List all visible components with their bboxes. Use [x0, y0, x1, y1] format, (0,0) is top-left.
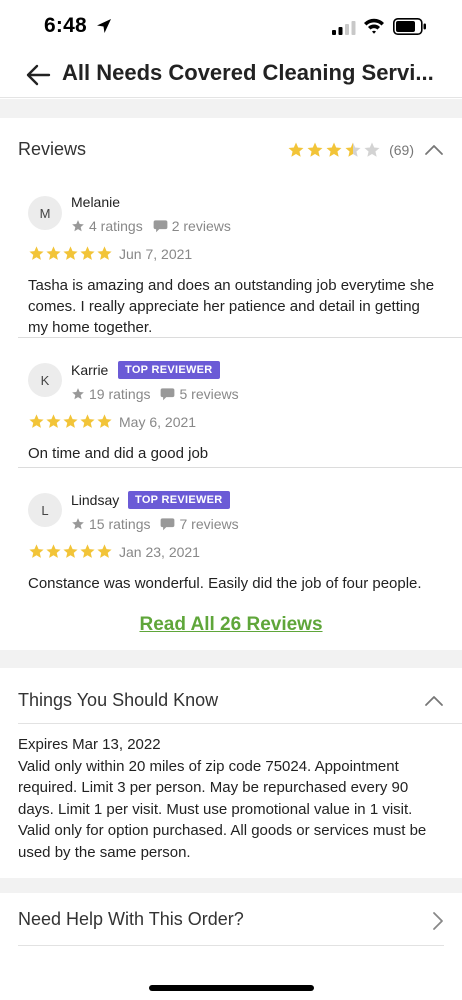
rating-star-icon: [307, 142, 323, 157]
top-reviewer-badge: TOP REVIEWER: [118, 361, 220, 379]
rating-star-icon: [97, 414, 112, 428]
top-reviewer-badge: TOP REVIEWER: [128, 491, 230, 509]
rating-star-icon: [80, 544, 95, 558]
rating-star-icon: [97, 544, 112, 558]
rating-star-icon: [63, 544, 78, 558]
comment-icon: [153, 220, 168, 233]
reviewer-meta: 15 ratings 7 reviews: [71, 516, 239, 532]
reviewer-ratings: 15 ratings: [89, 516, 151, 532]
rating-star-icon: [29, 414, 44, 428]
review-item: K Karrie TOP REVIEWER 19 ratings 5 revie…: [0, 338, 462, 468]
reviewer-meta: 19 ratings 5 reviews: [71, 386, 239, 402]
review-date: Jun 7, 2021: [119, 245, 193, 262]
review-stars: [28, 245, 113, 262]
review-item: M Melanie 4 ratings 2 reviews Jun 7, 202…: [0, 176, 462, 338]
status-bar: 6:48: [0, 0, 462, 52]
review-rating: May 6, 2021: [28, 413, 196, 430]
divider: [18, 945, 444, 946]
reviewer-review-count: 5 reviews: [179, 386, 239, 402]
rating-star-icon: [326, 142, 342, 157]
star-icon: [72, 388, 84, 400]
divider: [18, 723, 462, 724]
reviewer-ratings: 4 ratings: [89, 218, 143, 234]
rating-star-icon: [288, 142, 304, 157]
overall-rating-count: (69): [389, 142, 414, 158]
review-text: Constance was wonderful. Easily did the …: [28, 575, 422, 592]
reviews-title: Reviews: [18, 139, 87, 159]
overall-rating[interactable]: (69): [287, 140, 444, 160]
rating-star-icon: [63, 414, 78, 428]
reviewer-ratings: 19 ratings: [89, 386, 151, 402]
review-date: May 6, 2021: [119, 413, 197, 430]
help-row[interactable]: Need Help With This Order?: [0, 893, 462, 963]
status-time: 6:48: [44, 14, 87, 37]
comment-icon: [161, 388, 175, 401]
back-arrow-icon[interactable]: [24, 61, 52, 89]
review-text: Tasha is amazing and does an outstanding…: [28, 277, 435, 336]
review-stars: [28, 413, 113, 430]
things-to-know-title: Things You Should Know: [18, 690, 219, 710]
review-rating: Jan 23, 2021: [28, 543, 200, 560]
rating-star-icon: [29, 544, 44, 558]
battery-icon: [393, 18, 426, 35]
rating-star-icon: [46, 246, 61, 260]
location-arrow-icon: [97, 19, 111, 33]
header-bar: All Needs Covered Cleaning Servi...: [0, 52, 462, 98]
help-title: Need Help With This Order?: [18, 909, 244, 929]
section-spacer: [0, 99, 462, 118]
things-to-know-section: Things You Should Know Expires Mar 13, 2…: [0, 668, 462, 878]
avatar: L: [28, 493, 62, 527]
star-icon: [72, 518, 84, 530]
rating-star-icon: [80, 246, 95, 260]
reviewer-meta: 4 ratings 2 reviews: [71, 218, 231, 234]
rating-star-icon: [46, 414, 61, 428]
reviewer-review-count: 7 reviews: [179, 516, 239, 532]
reviews-section: Reviews (69) M Melanie 4 ratings 2 revie…: [0, 118, 462, 650]
rating-star-icon: [63, 246, 78, 260]
review-item: L Lindsay TOP REVIEWER 15 ratings 7 revi…: [0, 468, 462, 598]
overall-rating-stars: [287, 141, 381, 159]
review-rating: Jun 7, 2021: [28, 245, 192, 262]
star-icon: [72, 220, 84, 232]
section-spacer: [0, 878, 462, 893]
reviewer-name: Melanie: [71, 194, 121, 210]
page-title: All Needs Covered Cleaning Servi...: [62, 60, 434, 85]
wifi-icon: [364, 18, 384, 34]
reviewer-name: Lindsay: [71, 492, 120, 508]
cellular-signal-icon: [332, 21, 356, 35]
avatar: M: [28, 196, 62, 230]
rating-star-icon: [345, 142, 361, 157]
rating-star-icon: [29, 246, 44, 260]
review-text: On time and did a good job: [28, 445, 209, 462]
things-to-know-text: Expires Mar 13, 2022 Valid only within 2…: [18, 736, 427, 861]
rating-star-icon: [46, 544, 61, 558]
rating-star-icon: [80, 414, 95, 428]
chevron-up-icon[interactable]: [424, 694, 444, 708]
comment-icon: [161, 518, 175, 531]
read-all-reviews-link[interactable]: Read All 26 Reviews: [0, 614, 462, 636]
reviewer-name: Karrie: [71, 362, 109, 378]
rating-star-icon: [364, 142, 380, 157]
chevron-right-icon: [433, 912, 443, 930]
section-spacer: [0, 650, 462, 668]
avatar: K: [28, 363, 62, 397]
home-indicator: [149, 985, 314, 991]
rating-star-icon: [97, 246, 112, 260]
review-stars: [28, 543, 113, 560]
chevron-up-icon[interactable]: [424, 143, 444, 157]
reviewer-review-count: 2 reviews: [171, 218, 231, 234]
review-date: Jan 23, 2021: [119, 543, 200, 560]
